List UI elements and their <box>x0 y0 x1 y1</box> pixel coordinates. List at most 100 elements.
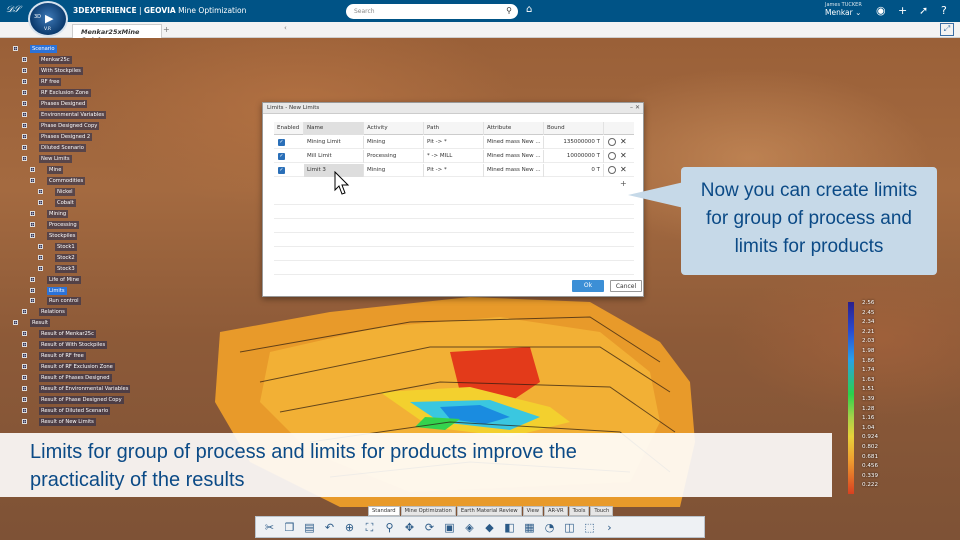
search-icon[interactable]: ⚲ <box>506 6 512 15</box>
tree-toggle-icon[interactable]: + <box>30 233 35 238</box>
more-icon[interactable]: › <box>602 520 617 535</box>
tree-toggle-icon[interactable]: + <box>22 309 27 314</box>
zoom-area-icon[interactable]: ⚲ <box>382 520 397 535</box>
tree-item[interactable]: Stock3 <box>55 265 77 273</box>
close-icon[interactable]: ✕ <box>635 104 640 111</box>
enabled-checkbox[interactable]: ✓ <box>278 153 285 160</box>
row-attribute[interactable]: Mined mass New ... <box>484 150 544 163</box>
tree-toggle-icon[interactable]: + <box>22 386 27 391</box>
row-attribute[interactable]: Mined mass New ... <box>484 136 544 149</box>
tree-item[interactable]: Result of RF Exclusion Zone <box>39 363 115 371</box>
clock-icon[interactable] <box>608 138 616 146</box>
tree-item[interactable]: RF Exclusion Zone <box>39 89 91 97</box>
rotate-icon[interactable]: ⟳ <box>422 520 437 535</box>
row-name[interactable]: Mill Limit <box>304 150 364 163</box>
tree-toggle-icon[interactable]: + <box>22 156 27 161</box>
row-attribute[interactable]: Mined mass New ... <box>484 164 544 177</box>
tree-toggle-icon[interactable]: + <box>38 244 43 249</box>
tree-item[interactable]: Result <box>30 319 51 327</box>
tree-toggle-icon[interactable]: + <box>22 408 27 413</box>
cut-icon[interactable]: ✂ <box>262 520 277 535</box>
tree-item[interactable]: Phase Designed Copy <box>39 122 100 130</box>
help-icon[interactable]: ? <box>941 4 947 17</box>
profile-icon[interactable]: ◉ <box>876 4 886 17</box>
tree-item[interactable]: Environmental Variables <box>39 111 107 119</box>
tree-item[interactable]: Cobalt <box>55 199 76 207</box>
tree-toggle-icon[interactable]: + <box>22 57 27 62</box>
tree-item[interactable]: Nickel <box>55 188 75 196</box>
tree-item[interactable]: Result of With Stockpiles <box>39 341 108 349</box>
col-path[interactable]: Path <box>424 122 484 135</box>
tree-item[interactable]: Scenario <box>30 45 57 53</box>
layer-icon[interactable]: ▦ <box>522 520 537 535</box>
pan-icon[interactable]: ✥ <box>402 520 417 535</box>
tree-item[interactable]: Result of New Limits <box>39 418 96 426</box>
paste-icon[interactable]: ▤ <box>302 520 317 535</box>
tree-item[interactable]: Stockpiles <box>47 232 78 240</box>
tree-item[interactable]: Run control <box>47 297 81 305</box>
tree-toggle-icon[interactable]: + <box>38 200 43 205</box>
tree-item[interactable]: Relations <box>39 308 67 316</box>
tree-toggle-icon[interactable]: + <box>22 79 27 84</box>
tree-toggle-icon[interactable]: + <box>13 46 18 51</box>
tree-toggle-icon[interactable]: + <box>22 123 27 128</box>
fit-icon[interactable]: ⛶ <box>362 520 377 535</box>
delete-icon[interactable]: ✕ <box>620 151 627 160</box>
tree-toggle-icon[interactable]: + <box>22 68 27 73</box>
col-bound[interactable]: Bound <box>544 122 604 135</box>
tab-active[interactable]: Menkar25xMine Opt A <box>72 24 162 44</box>
tree-item[interactable]: Result of Menkar25c <box>39 330 96 338</box>
tree-item[interactable]: Result of Diluted Scenario <box>39 407 111 415</box>
tree-toggle-icon[interactable]: + <box>30 277 35 282</box>
tree-item[interactable]: Menkar25c <box>39 56 72 64</box>
tree-item[interactable]: With Stockpiles <box>39 67 83 75</box>
tree-item[interactable]: Mining <box>47 210 69 218</box>
zoom-icon[interactable]: ⊕ <box>342 520 357 535</box>
tree-item[interactable]: New Limits <box>39 155 72 163</box>
tree-toggle-icon[interactable]: + <box>13 320 18 325</box>
table-row[interactable]: ✓ Mining Limit Mining Pit -> * Mined mas… <box>274 136 634 149</box>
col-activity[interactable]: Activity <box>364 122 424 135</box>
measure-icon[interactable]: ◔ <box>542 520 557 535</box>
section-icon[interactable]: ◧ <box>502 520 517 535</box>
tree-item[interactable]: Limits <box>47 287 67 295</box>
tag-icon[interactable]: ⌂ <box>526 4 532 15</box>
tree-toggle-icon[interactable]: + <box>30 167 35 172</box>
tree-item[interactable]: Life of Mine <box>47 276 82 284</box>
add-row-icon[interactable]: + <box>620 179 627 188</box>
tree-item[interactable]: Result of Phase Designed Copy <box>39 396 124 404</box>
tree-item[interactable]: Stock1 <box>55 243 77 251</box>
compass-icon[interactable]: 3D ▶ V.R <box>28 1 68 37</box>
row-path[interactable]: * -> MILL <box>424 150 484 163</box>
tree-item[interactable]: Stock2 <box>55 254 77 262</box>
tree-toggle-icon[interactable]: + <box>22 145 27 150</box>
row-bound[interactable]: 10000000 T <box>544 150 604 163</box>
row-activity[interactable]: Mining <box>364 136 424 149</box>
tree-toggle-icon[interactable]: + <box>22 397 27 402</box>
copy-icon[interactable]: ❐ <box>282 520 297 535</box>
tree-item[interactable]: Diluted Scenario <box>39 144 86 152</box>
tree-toggle-icon[interactable]: + <box>38 255 43 260</box>
tab-tools[interactable]: Tools <box>568 506 590 516</box>
tree-toggle-icon[interactable]: + <box>38 189 43 194</box>
capture-icon[interactable]: ▣ <box>442 520 457 535</box>
clock-icon[interactable] <box>608 152 616 160</box>
tab-ar-vr[interactable]: AR-VR <box>543 506 568 516</box>
tree-item[interactable]: Phases Designed <box>39 100 88 108</box>
row-name[interactable]: Mining Limit <box>304 136 364 149</box>
tab-mine-optimization[interactable]: Mine Optimization <box>400 506 456 516</box>
tree-item[interactable]: RF free <box>39 78 62 86</box>
tree-item[interactable]: Result of Environmental Variables <box>39 385 131 393</box>
row-bound[interactable]: 135000000 T <box>544 136 604 149</box>
tab-view[interactable]: View <box>522 506 543 516</box>
user-menu[interactable]: James TUCKER Menkar ⌄ <box>825 2 862 17</box>
hide-icon[interactable]: ◫ <box>562 520 577 535</box>
tree-item[interactable]: Result of Phases Designed <box>39 374 112 382</box>
undo-icon[interactable]: ↶ <box>322 520 337 535</box>
tree-toggle-icon[interactable]: + <box>30 288 35 293</box>
tree-toggle-icon[interactable]: + <box>38 266 43 271</box>
select-icon[interactable]: ⬚ <box>582 520 597 535</box>
row-activity[interactable]: Mining <box>364 164 424 177</box>
tree-toggle-icon[interactable]: + <box>22 419 27 424</box>
delete-icon[interactable]: ✕ <box>620 137 627 146</box>
